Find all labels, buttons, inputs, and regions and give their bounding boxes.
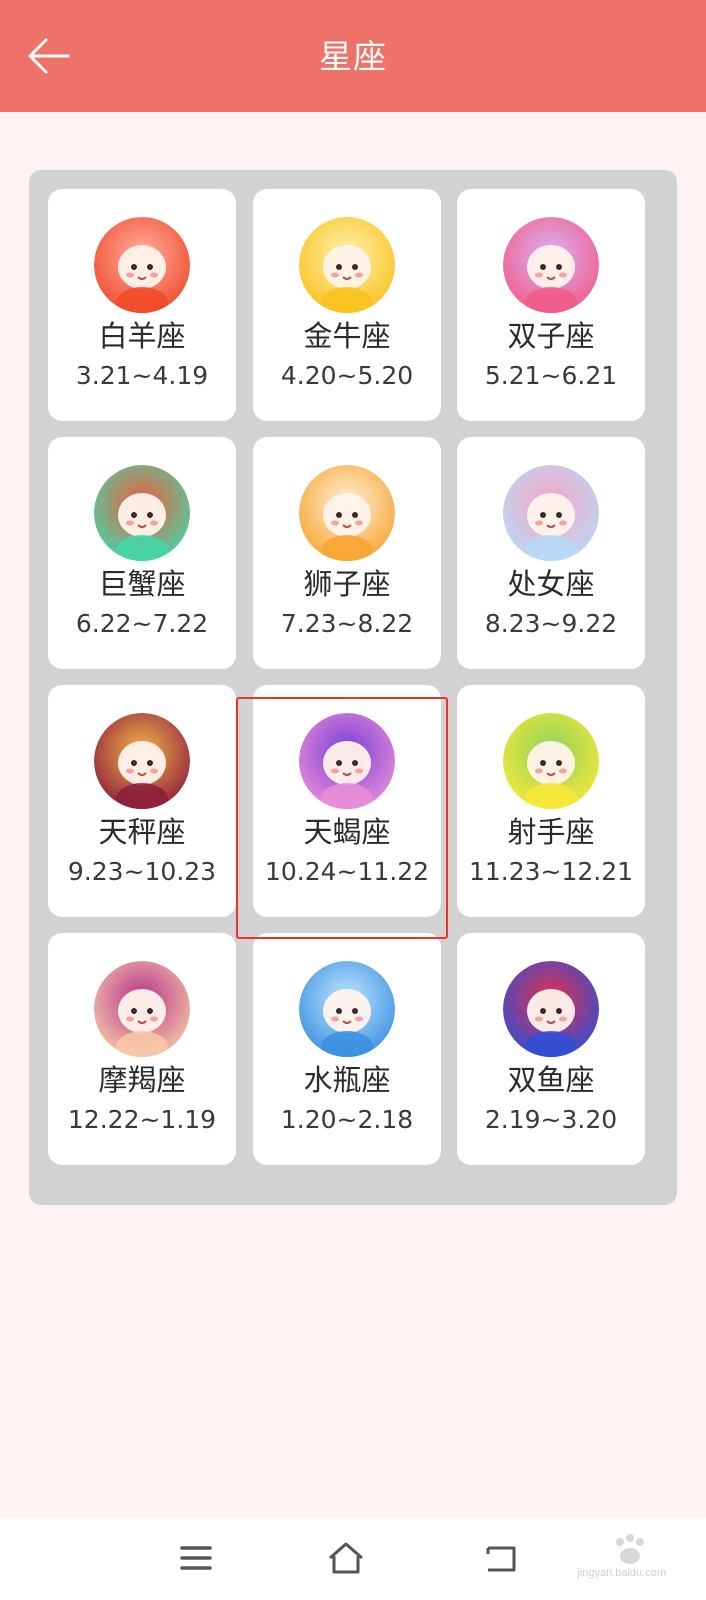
zodiac-card[interactable]: 狮子座 7.23~8.22 [253,437,441,669]
sagittarius-avatar-icon [503,713,599,809]
zodiac-name: 双鱼座 [507,1063,595,1097]
zodiac-grid: 白羊座 3.21~4.19 金牛座 4.20~5.20 双子座 5.21~6.21 巨蟹座 6… [29,170,677,1205]
zodiac-name: 天蝎座 [303,815,391,849]
return-icon[interactable] [482,1538,526,1578]
zodiac-date-range: 10.24~11.22 [264,857,430,886]
zodiac-name: 摩羯座 [98,1063,186,1097]
zodiac-card[interactable]: 金牛座 4.20~5.20 [253,189,441,421]
zodiac-date-range: 8.23~9.22 [484,609,618,638]
zodiac-name: 水瓶座 [303,1063,391,1097]
libra-avatar-icon [94,713,190,809]
virgo-avatar-icon [503,465,599,561]
zodiac-name: 狮子座 [303,567,391,601]
home-icon[interactable] [326,1538,370,1578]
gemini-avatar-icon [503,217,599,313]
taurus-avatar-icon [299,217,395,313]
zodiac-card[interactable]: 双鱼座 2.19~3.20 [457,933,645,1165]
zodiac-date-range: 11.23~12.21 [468,857,634,886]
zodiac-date-range: 5.21~6.21 [484,361,618,390]
zodiac-card[interactable]: 水瓶座 1.20~2.18 [253,933,441,1165]
zodiac-date-range: 2.19~3.20 [484,1105,618,1134]
zodiac-date-range: 12.22~1.19 [67,1105,217,1134]
pisces-avatar-icon [503,961,599,1057]
zodiac-card[interactable]: 摩羯座 12.22~1.19 [48,933,236,1165]
zodiac-card[interactable]: 巨蟹座 6.22~7.22 [48,437,236,669]
zodiac-name: 金牛座 [303,319,391,353]
zodiac-card[interactable]: 天秤座 9.23~10.23 [48,685,236,917]
zodiac-name: 射手座 [507,815,595,849]
zodiac-card[interactable]: 处女座 8.23~9.22 [457,437,645,669]
watermark-url: jingyan.baidu.com [577,1567,666,1579]
zodiac-date-range: 6.22~7.22 [75,609,209,638]
zodiac-date-range: 1.20~2.18 [280,1105,414,1134]
menu-icon[interactable] [176,1538,220,1578]
app-header: 星座 [0,0,706,112]
zodiac-card[interactable]: 天蝎座 10.24~11.22 [253,685,441,917]
zodiac-name: 处女座 [507,567,595,601]
page-title: 星座 [319,37,387,76]
zodiac-card[interactable]: 白羊座 3.21~4.19 [48,189,236,421]
capricorn-avatar-icon [94,961,190,1057]
zodiac-name: 双子座 [507,319,595,353]
zodiac-card[interactable]: 射手座 11.23~12.21 [457,685,645,917]
aquarius-avatar-icon [299,961,395,1057]
cancer-avatar-icon [94,465,190,561]
zodiac-date-range: 4.20~5.20 [280,361,414,390]
aries-avatar-icon [94,217,190,313]
leo-avatar-icon [299,465,395,561]
zodiac-name: 天秤座 [98,815,186,849]
zodiac-name: 巨蟹座 [98,567,186,601]
scorpio-avatar-icon [299,713,395,809]
zodiac-name: 白羊座 [98,319,186,353]
zodiac-date-range: 9.23~10.23 [67,857,217,886]
zodiac-date-range: 3.21~4.19 [75,361,209,390]
zodiac-card[interactable]: 双子座 5.21~6.21 [457,189,645,421]
zodiac-date-range: 7.23~8.22 [280,609,414,638]
